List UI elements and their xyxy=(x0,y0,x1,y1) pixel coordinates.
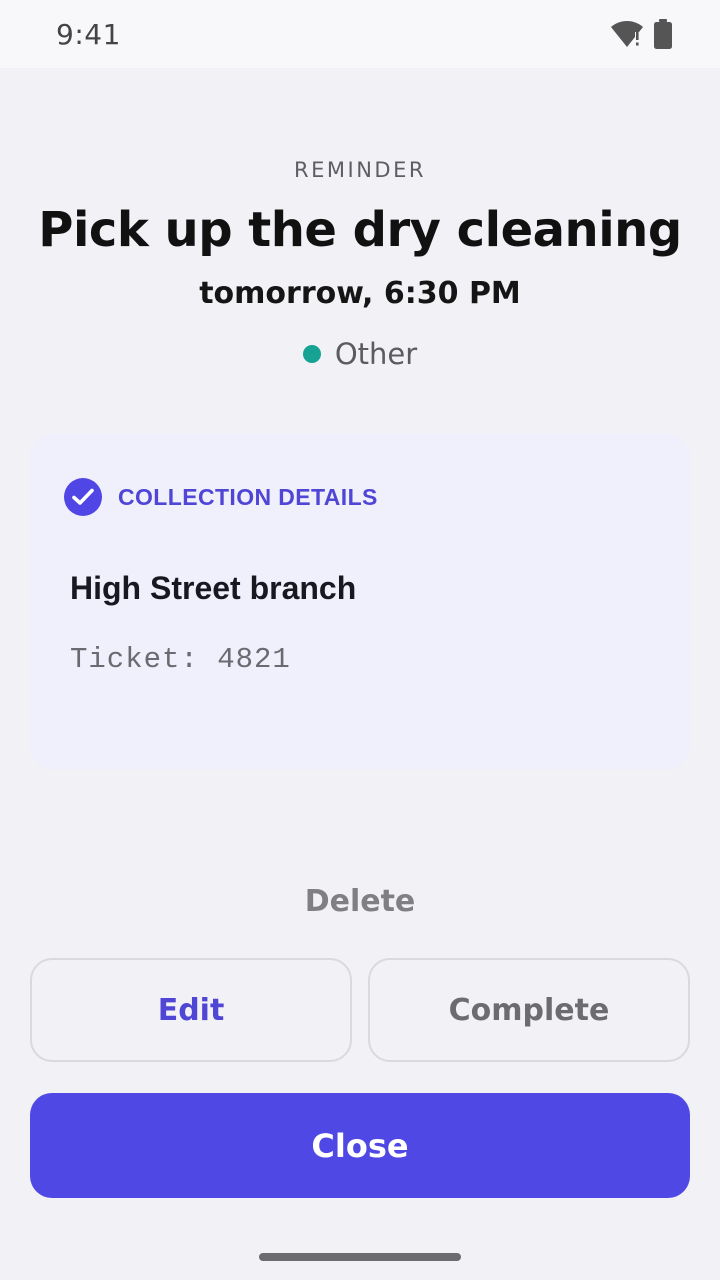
status-icons xyxy=(610,19,672,49)
branch-name: High Street branch xyxy=(70,570,357,606)
action-button-row: Edit Complete xyxy=(30,958,690,1062)
reminder-header: REMINDER Pick up the dry cleaning tomorr… xyxy=(0,158,720,371)
reminder-eyebrow: REMINDER xyxy=(294,158,426,182)
edit-button[interactable]: Edit xyxy=(30,958,352,1062)
status-time: 9:41 xyxy=(56,17,121,51)
battery-icon xyxy=(654,19,672,49)
card-header: COLLECTION DETAILS xyxy=(64,478,656,516)
home-indicator[interactable] xyxy=(259,1253,461,1261)
wifi-alert-icon xyxy=(610,20,644,48)
delete-button[interactable]: Delete xyxy=(0,884,720,919)
reminder-title: Pick up the dry cleaning xyxy=(38,202,682,258)
ticket-number: Ticket: 4821 xyxy=(70,643,291,676)
card-heading: COLLECTION DETAILS xyxy=(118,483,378,510)
category-label: Other xyxy=(334,337,418,371)
close-button[interactable]: Close xyxy=(30,1093,690,1198)
collection-details-card: COLLECTION DETAILS High Street branch Ti… xyxy=(30,434,690,770)
complete-button[interactable]: Complete xyxy=(368,958,690,1062)
category-tag: Other xyxy=(0,337,720,371)
category-dot-icon xyxy=(302,345,321,363)
check-circle-icon xyxy=(64,478,102,516)
reminder-datetime: tomorrow, 6:30 PM xyxy=(199,276,521,311)
status-bar: 9:41 xyxy=(0,0,720,68)
